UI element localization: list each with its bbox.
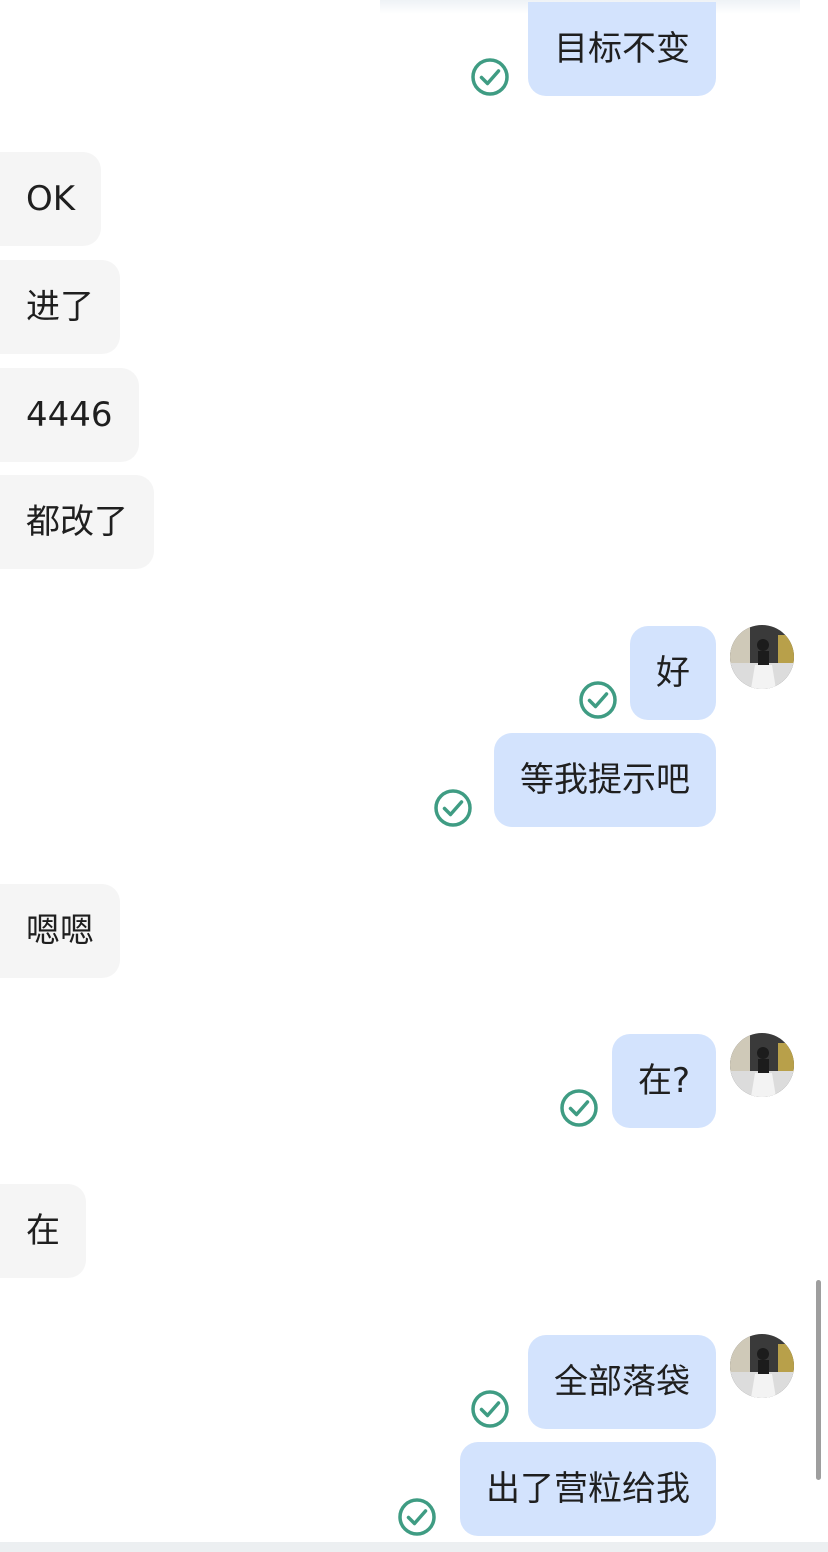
message-bubble-incoming[interactable]: 4446 — [0, 368, 139, 462]
bottom-edge — [0, 1542, 828, 1552]
message-bubble-incoming[interactable]: OK — [0, 152, 102, 246]
check-circle-icon — [398, 1498, 436, 1536]
scrollbar[interactable] — [816, 1280, 821, 1480]
message-bubble-outgoing[interactable]: 出了营粒给我 — [460, 1442, 716, 1536]
message-bubble-outgoing[interactable]: 全部落袋 — [528, 1335, 716, 1429]
avatar[interactable] — [730, 625, 794, 689]
message-bubble-outgoing[interactable]: 在? — [611, 1034, 716, 1128]
message-bubble-outgoing[interactable]: 目标不变 — [528, 2, 716, 96]
check-circle-icon — [471, 58, 509, 96]
message-bubble-incoming[interactable]: 进了 — [0, 260, 120, 354]
check-circle-icon — [560, 1089, 598, 1127]
check-circle-icon — [434, 789, 472, 827]
check-circle-icon — [471, 1390, 509, 1428]
message-bubble-outgoing[interactable]: 好 — [630, 626, 716, 720]
message-bubble-incoming[interactable]: 嗯嗯 — [0, 884, 120, 978]
message-bubble-incoming[interactable]: 都改了 — [0, 475, 154, 569]
avatar[interactable] — [730, 1033, 794, 1097]
message-bubble-outgoing[interactable]: 等我提示吧 — [494, 733, 716, 827]
avatar[interactable] — [730, 1334, 794, 1398]
message-bubble-incoming[interactable]: 在 — [0, 1184, 86, 1278]
check-circle-icon — [579, 681, 617, 719]
chat-window: 目标不变 OK 进了 4446 都改了 好 等我提示吧 嗯嗯 在? 在 全部落袋… — [0, 0, 828, 1552]
